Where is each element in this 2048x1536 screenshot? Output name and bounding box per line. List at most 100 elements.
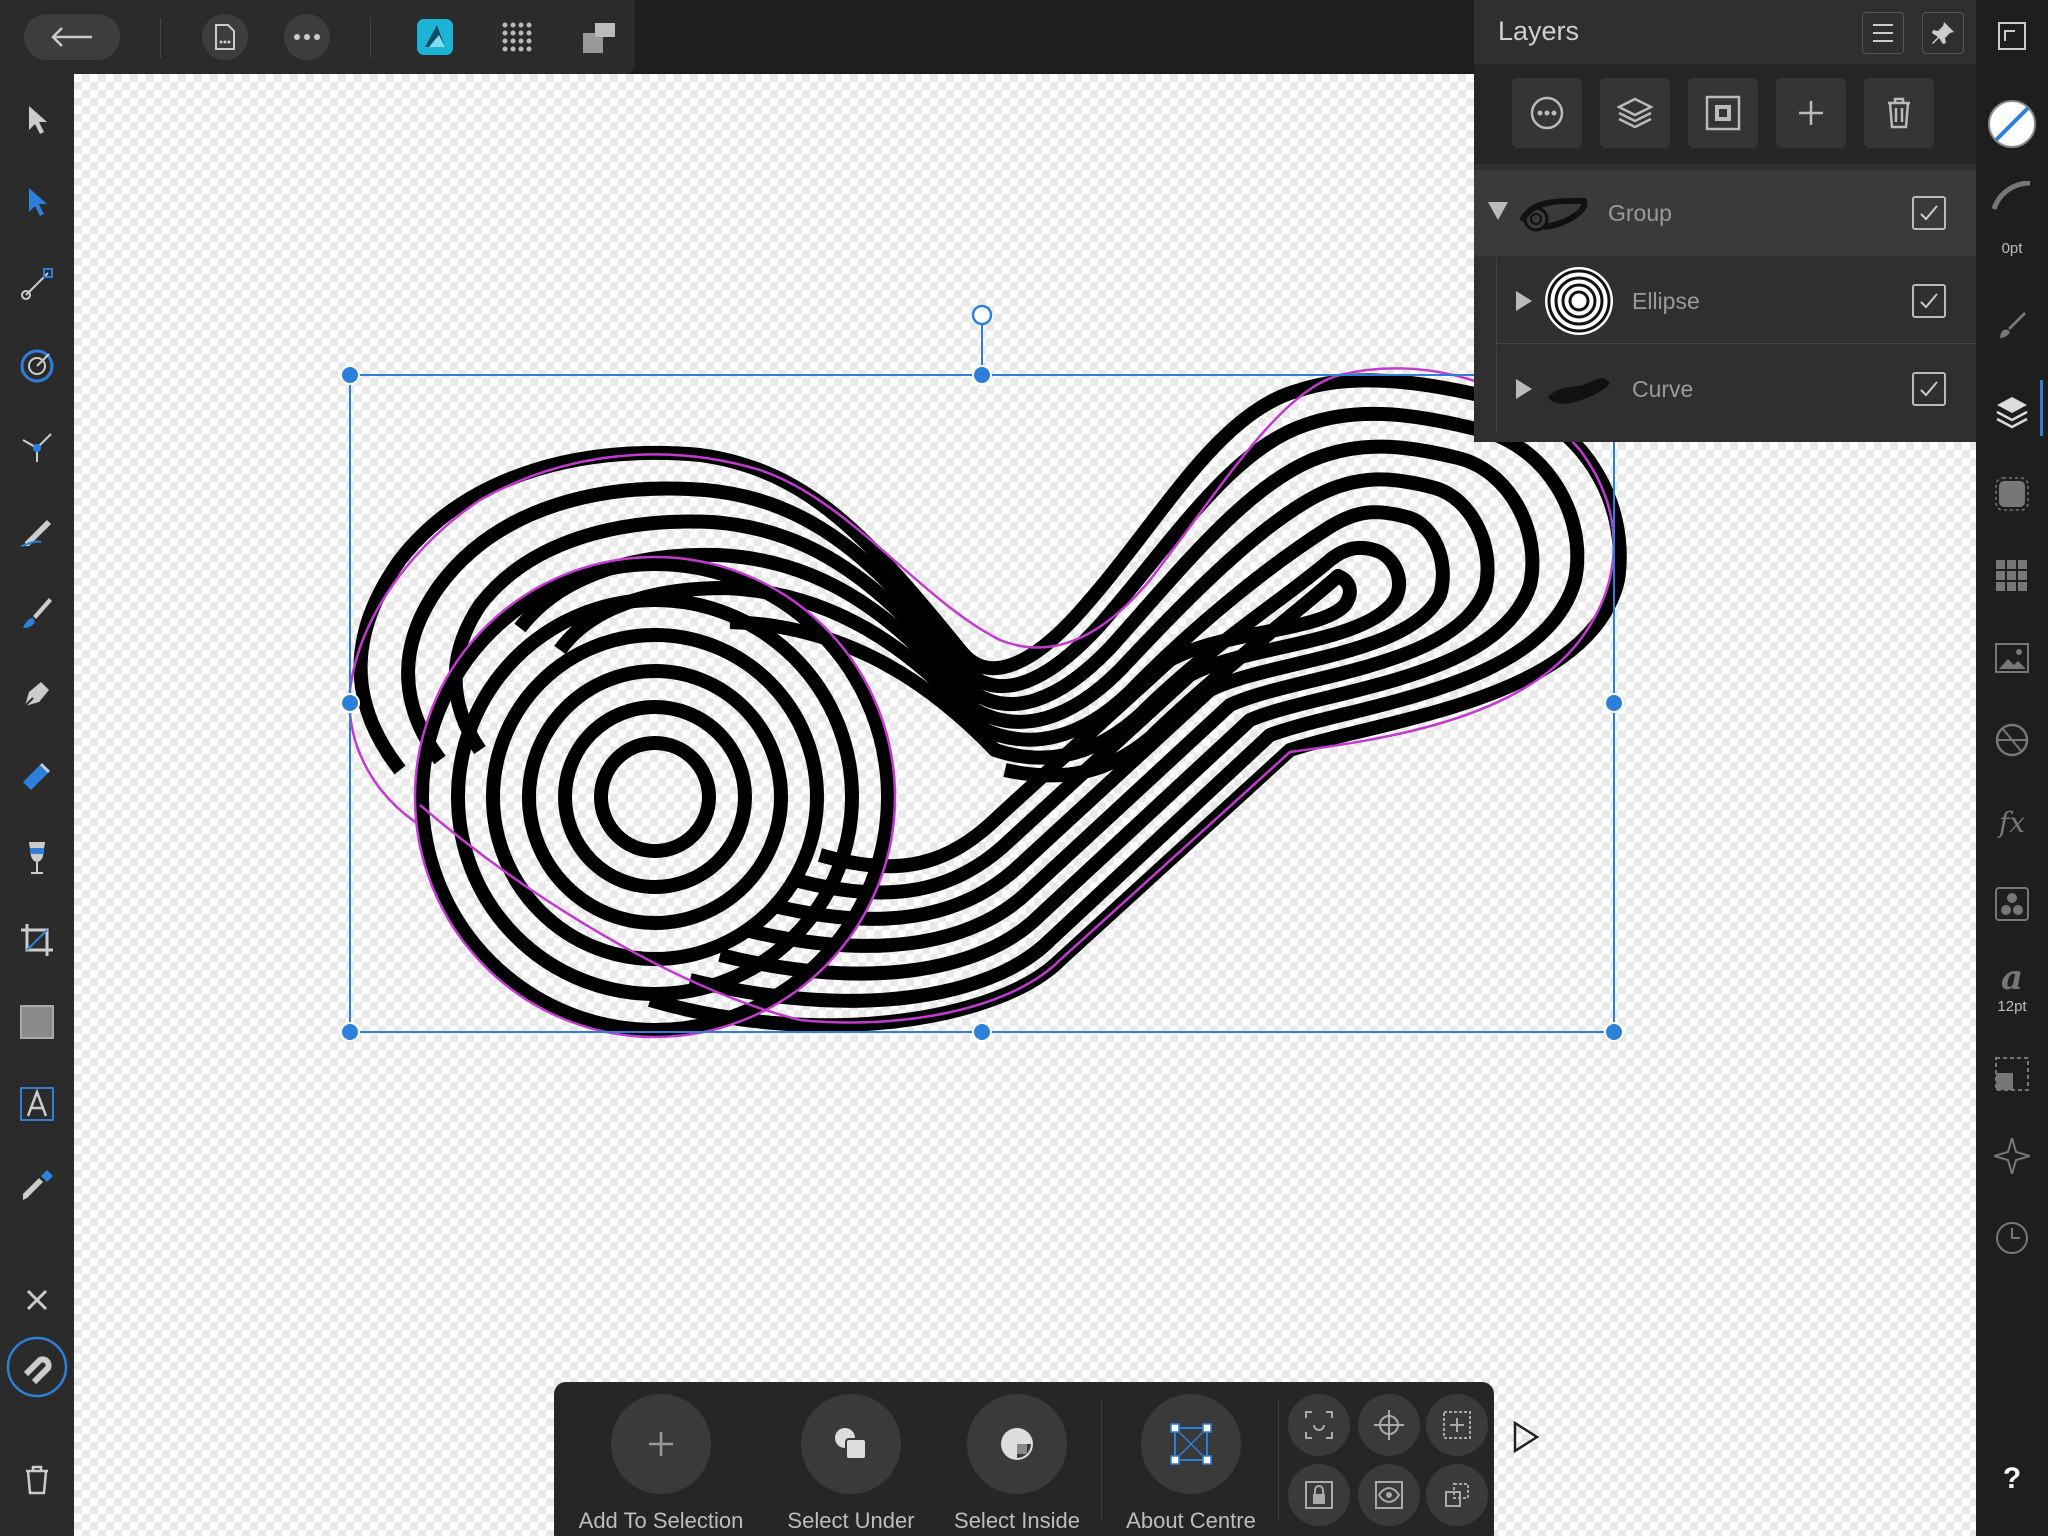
transform-studio-button[interactable]: [1992, 1054, 2032, 1094]
stroke-button[interactable]: [1992, 176, 2032, 216]
rectangle-tool[interactable]: [17, 1002, 57, 1042]
toolbar-separator: [160, 18, 161, 58]
duplicate-icon: [1445, 1483, 1469, 1507]
hamburger-icon: [1873, 24, 1893, 42]
node-tool[interactable]: [17, 182, 57, 222]
help-button[interactable]: ?: [1996, 1462, 2028, 1502]
symbols-studio-button[interactable]: [1992, 884, 2032, 924]
color-swatch-button[interactable]: [1986, 98, 2038, 150]
text-tool[interactable]: [17, 1084, 57, 1124]
designer-persona-button[interactable]: [412, 14, 458, 60]
transparency-tool[interactable]: [17, 838, 57, 878]
layers-panel-title: Layers: [1498, 16, 1580, 46]
lock-children-button[interactable]: [1288, 1464, 1350, 1526]
pen-tool[interactable]: [17, 674, 57, 714]
layer-options-button[interactable]: [1512, 78, 1582, 148]
color-picker-tool[interactable]: [17, 1166, 57, 1206]
layers-panel: Layers Group Ellipse Curve: [1474, 0, 1976, 442]
layers-menu-button[interactable]: [1862, 12, 1904, 54]
align-button[interactable]: [1426, 1394, 1488, 1456]
hide-selection-button[interactable]: [1358, 1464, 1420, 1526]
about-centre-button[interactable]: About Centre: [1106, 1394, 1276, 1534]
about-centre-icon: [1170, 1423, 1212, 1465]
geometry-button[interactable]: [1426, 1464, 1488, 1526]
arrange-button[interactable]: [576, 14, 622, 60]
layers-studio-button[interactable]: [1992, 392, 2032, 432]
collapse-arrow-icon[interactable]: [1488, 202, 1508, 220]
corner-tool[interactable]: [17, 346, 57, 386]
layer-name: Ellipse: [1632, 288, 1700, 314]
select-inside-button[interactable]: Select Inside: [932, 1394, 1102, 1534]
document-icon: [215, 24, 235, 50]
plus-icon: [1799, 101, 1823, 125]
select-under-button[interactable]: Select Under: [766, 1394, 936, 1534]
trash-icon: [1888, 97, 1910, 129]
appearance-studio-button[interactable]: [1992, 474, 2032, 514]
close-tool[interactable]: [17, 1280, 57, 1320]
back-button[interactable]: [24, 14, 120, 60]
appearance-icon: [1995, 477, 2029, 511]
more-circle-icon: [1530, 96, 1564, 130]
effects-studio-button[interactable]: fx: [1992, 802, 2032, 842]
fill-tool[interactable]: [17, 756, 57, 796]
checkmark-icon: [1920, 205, 1938, 221]
point-transform-tool[interactable]: [17, 264, 57, 304]
snapping-button[interactable]: [6, 1336, 68, 1398]
eyedropper-icon: [23, 1170, 53, 1200]
vector-brush-tool[interactable]: [17, 592, 57, 632]
layer-stack-button[interactable]: [1600, 78, 1670, 148]
history-studio-button[interactable]: [1992, 1218, 2032, 1258]
font-icon: a: [2000, 958, 2024, 998]
expand-arrow-icon[interactable]: [1516, 291, 1532, 311]
text-studio-button[interactable]: a: [1992, 958, 2032, 998]
more-button[interactable]: [284, 14, 330, 60]
pencil-tool[interactable]: [17, 510, 57, 550]
add-layer-button[interactable]: [1776, 78, 1846, 148]
pin-panel-button[interactable]: [1922, 12, 1964, 54]
node-pointer-icon: [29, 188, 47, 216]
group-thumbnail: [1518, 178, 1588, 248]
layer-row-group[interactable]: Group: [1474, 170, 1976, 256]
fill-bucket-icon: [23, 762, 51, 790]
document-button[interactable]: [202, 14, 248, 60]
ellipse-shape[interactable]: [415, 557, 895, 1037]
color-studio-button[interactable]: [1992, 720, 2032, 760]
play-arrow-icon: [1513, 1420, 1540, 1454]
align-icon: [1443, 1411, 1471, 1439]
grid-button[interactable]: [494, 14, 540, 60]
crop-tool[interactable]: [17, 920, 57, 960]
ellipse-thumbnail: [1544, 266, 1614, 336]
brushes-studio-button[interactable]: [1992, 304, 2032, 344]
move-tool[interactable]: [17, 100, 57, 140]
mask-layer-button[interactable]: [1688, 78, 1758, 148]
stock-studio-button[interactable]: [1992, 638, 2032, 678]
transform-origin-button[interactable]: [1288, 1394, 1350, 1456]
view-mode-button[interactable]: [1992, 16, 2032, 56]
layer-visibility-checkbox[interactable]: [1912, 372, 1946, 406]
layer-visibility-checkbox[interactable]: [1912, 196, 1946, 230]
rectangle-icon: [20, 1005, 54, 1039]
expand-arrow-icon[interactable]: [1516, 379, 1532, 399]
pen-node-tool[interactable]: [17, 428, 57, 468]
delete-tool[interactable]: [17, 1460, 57, 1500]
target-icon: [20, 349, 54, 383]
fx-icon: fx: [1998, 805, 2026, 839]
text-icon: [20, 1087, 54, 1121]
handle-bottom-left: [340, 1022, 360, 1042]
tree-line: [1496, 258, 1497, 344]
add-to-selection-button[interactable]: Add To Selection: [576, 1394, 746, 1534]
layer-name: Group: [1608, 200, 1672, 226]
delete-layer-button[interactable]: [1864, 78, 1934, 148]
navigator-studio-button[interactable]: [1992, 1136, 2032, 1176]
layer-row-curve[interactable]: Curve: [1474, 346, 1976, 432]
clock-icon: [1996, 1222, 2028, 1254]
wine-glass-icon: [29, 842, 45, 874]
swatches-studio-button[interactable]: [1992, 556, 2032, 596]
snap-to-centre-button[interactable]: [1358, 1394, 1420, 1456]
top-toolbar: [0, 0, 635, 74]
expand-toolbar-button[interactable]: [1512, 1420, 1540, 1459]
arrange-icon: [583, 23, 615, 53]
stroke-icon: [1992, 181, 2031, 210]
layer-visibility-checkbox[interactable]: [1912, 284, 1946, 318]
layer-row-ellipse[interactable]: Ellipse: [1474, 258, 1976, 344]
